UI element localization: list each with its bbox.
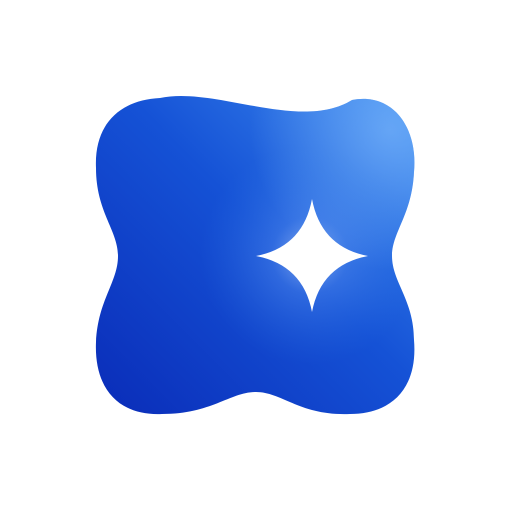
app-icon[interactable] — [0, 0, 512, 512]
canvas — [0, 0, 512, 512]
